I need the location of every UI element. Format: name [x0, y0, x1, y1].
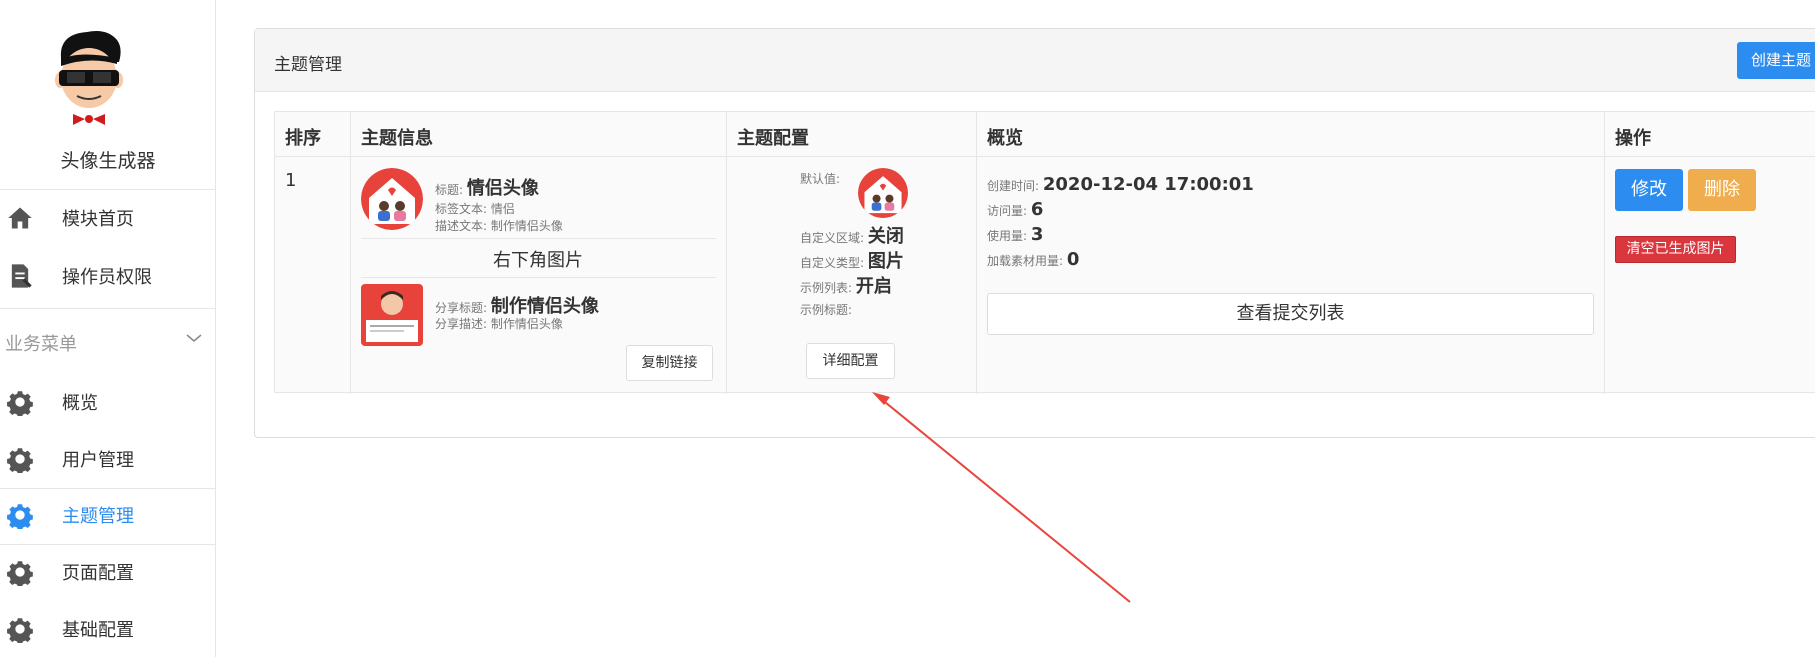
gear-icon — [7, 448, 33, 473]
column-header-info: 主题信息 — [361, 128, 433, 149]
gear-icon — [7, 391, 33, 416]
theme-desc-row: 描述文本: 制作情侣头像 — [435, 217, 563, 234]
column-divider — [350, 112, 351, 394]
delete-button[interactable]: 删除 — [1688, 169, 1756, 211]
sidebar-item-label: 主题管理 — [62, 506, 134, 527]
theme-tag-value: 情侣 — [490, 202, 515, 216]
detail-config-button[interactable]: 详细配置 — [806, 343, 895, 379]
column-header-config: 主题配置 — [737, 128, 809, 149]
couple-house-icon — [858, 168, 908, 218]
app-name: 头像生成器 — [60, 150, 156, 172]
create-theme-button[interactable]: 创建主题 — [1737, 42, 1815, 79]
theme-tag-label: 标签文本: — [435, 202, 488, 216]
sidebar-group-title[interactable]: 业务菜单 — [5, 330, 77, 356]
share-desc-label: 分享描述: — [435, 317, 488, 331]
custom-type-value: 图片 — [867, 251, 904, 272]
sidebar-item-label: 基础配置 — [62, 620, 134, 641]
visits-value: 6 — [1030, 199, 1044, 220]
clear-generated-images-button[interactable]: 清空已生成图片 — [1615, 236, 1736, 263]
sidebar-item-label: 模块首页 — [62, 209, 134, 230]
sidebar-item-home[interactable]: 模块首页 — [0, 190, 216, 246]
share-desc-value: 制作情侣头像 — [490, 317, 563, 331]
sidebar-item-operator-permissions[interactable]: 操作员权限 — [0, 248, 216, 304]
column-divider — [726, 112, 727, 394]
share-desc-row: 分享描述: 制作情侣头像 — [435, 315, 563, 332]
sidebar-item-user-management[interactable]: 用户管理 — [0, 431, 216, 487]
page-title: 主题管理 — [274, 55, 342, 75]
theme-table: 排序 主题信息 主题配置 概览 操作 1 标题: 情侣头像 标签文本: 情侣 描… — [274, 111, 1815, 394]
theme-title-row: 标题: 情侣头像 — [435, 174, 539, 200]
example-list-label: 示例列表: — [800, 281, 853, 295]
sidebar-divider — [0, 308, 216, 309]
gear-icon — [7, 618, 33, 643]
sidebar-item-basic-config[interactable]: 基础配置 — [0, 601, 216, 657]
info-divider — [361, 238, 716, 239]
theme-title-label: 标题: — [435, 183, 464, 197]
share-title-value: 制作情侣头像 — [490, 296, 599, 317]
uses-row: 使用量: 3 — [987, 224, 1043, 245]
sidebar-item-page-config[interactable]: 页面配置 — [0, 544, 216, 600]
example-list-value: 开启 — [855, 276, 892, 297]
custom-type-row: 自定义类型: 图片 — [800, 247, 904, 273]
custom-area-value: 关闭 — [867, 226, 904, 247]
theme-avatar-image — [361, 168, 423, 230]
share-thumbnail-icon — [361, 284, 423, 346]
material-label: 加载素材用量: — [987, 254, 1064, 268]
home-icon — [8, 207, 32, 229]
sidebar-item-overview[interactable]: 概览 — [0, 374, 216, 430]
created-time-value: 2020-12-04 17:00:01 — [1042, 174, 1254, 195]
theme-desc-value: 制作情侣头像 — [490, 219, 563, 233]
column-divider — [1604, 112, 1605, 394]
theme-tag-row: 标签文本: 情侣 — [435, 200, 515, 217]
visits-row: 访问量: 6 — [987, 199, 1043, 220]
default-value-label: 默认值: — [800, 172, 841, 186]
sidebar: 头像生成器 模块首页 操作员权限 业务菜单 概览 用户管理 主题管理 页面配置 … — [0, 0, 216, 657]
panel-header: 主题管理 创建主题 — [255, 29, 1815, 92]
material-value: 0 — [1066, 249, 1080, 270]
created-time-label: 创建时间: — [987, 179, 1040, 193]
table-header: 排序 主题信息 主题配置 概览 操作 — [275, 112, 1815, 157]
share-title-label: 分享标题: — [435, 301, 488, 315]
corner-image-label: 右下角图片 — [493, 250, 583, 271]
sidebar-item-theme-management[interactable]: 主题管理 — [0, 487, 216, 543]
column-header-order: 排序 — [285, 128, 321, 149]
edit-button[interactable]: 修改 — [1615, 169, 1683, 211]
sidebar-item-label: 概览 — [62, 393, 98, 414]
uses-value: 3 — [1030, 224, 1044, 245]
column-header-overview: 概览 — [987, 128, 1023, 149]
custom-area-label: 自定义区域: — [800, 231, 865, 245]
custom-type-label: 自定义类型: — [800, 256, 865, 270]
couple-house-icon — [361, 168, 423, 230]
sidebar-item-label: 操作员权限 — [62, 267, 152, 288]
view-submissions-button[interactable]: 查看提交列表 — [987, 293, 1594, 335]
theme-title-value: 情侣头像 — [466, 178, 539, 199]
sidebar-item-label: 用户管理 — [62, 450, 134, 471]
column-header-actions: 操作 — [1615, 128, 1651, 149]
example-title-label: 示例标题: — [800, 303, 853, 317]
sidebar-item-label: 页面配置 — [62, 563, 134, 584]
document-edit-icon — [11, 264, 32, 288]
copy-link-button[interactable]: 复制链接 — [626, 345, 713, 381]
default-value-image — [858, 168, 908, 218]
theme-desc-label: 描述文本: — [435, 219, 488, 233]
row-order: 1 — [285, 170, 297, 191]
material-row: 加载素材用量: 0 — [987, 249, 1079, 270]
share-image — [361, 284, 423, 346]
gear-icon — [7, 561, 33, 586]
uses-label: 使用量: — [987, 229, 1028, 243]
info-divider — [361, 277, 716, 278]
gear-icon — [7, 504, 33, 529]
created-time-row: 创建时间: 2020-12-04 17:00:01 — [987, 174, 1254, 195]
visits-label: 访问量: — [987, 204, 1028, 218]
custom-area-row: 自定义区域: 关闭 — [800, 222, 904, 248]
example-list-row: 示例列表: 开启 — [800, 272, 892, 298]
app-logo-icon — [55, 31, 123, 125]
column-divider — [976, 112, 977, 394]
chevron-down-icon[interactable] — [184, 328, 204, 348]
